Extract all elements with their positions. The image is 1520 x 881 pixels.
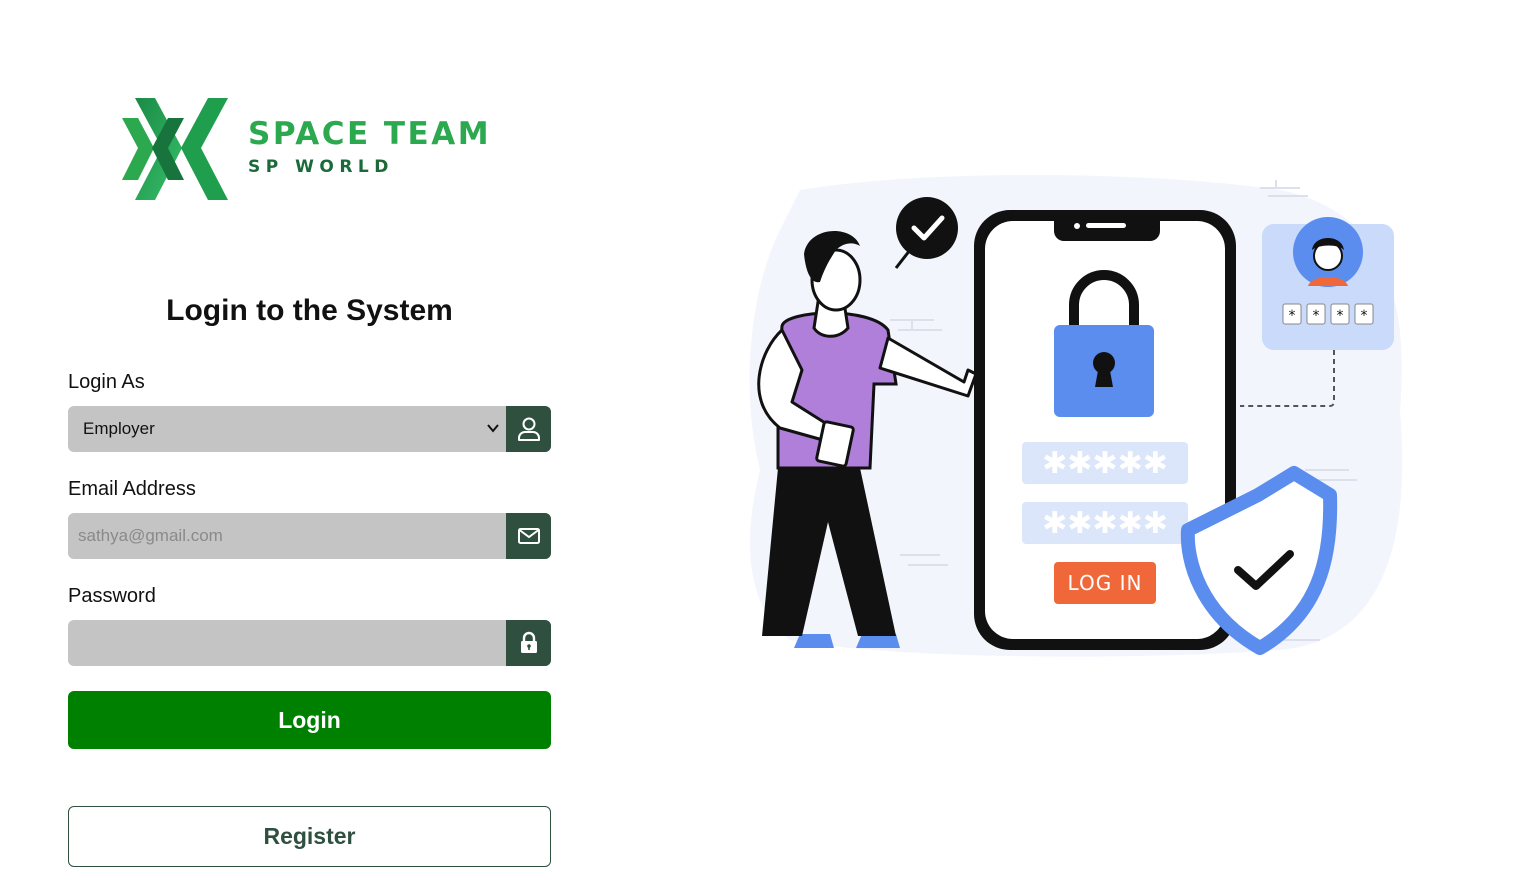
chevron-down-icon: [487, 424, 499, 433]
login-as-select[interactable]: Employer: [68, 406, 551, 452]
email-field[interactable]: sathya@gmail.com: [68, 513, 551, 559]
svg-text:*: *: [1289, 308, 1296, 324]
password-label: Password: [68, 585, 156, 607]
svg-text:*: *: [1313, 308, 1320, 324]
login-as-selected-value: Employer: [83, 419, 155, 438]
brand-logo: SPACE TEAM SP WORLD: [120, 96, 520, 204]
lock-icon: [506, 620, 551, 666]
illustration-login-text: LOG IN: [1067, 571, 1143, 595]
logo-mark-icon: [122, 98, 228, 200]
svg-text:✱✱✱✱✱: ✱✱✱✱✱: [1042, 446, 1168, 481]
svg-text:*: *: [1337, 308, 1344, 324]
user-icon: [506, 406, 551, 452]
email-placeholder: sathya@gmail.com: [78, 526, 223, 545]
brand-tagline: SP WORLD: [248, 157, 394, 177]
login-button[interactable]: Login: [68, 691, 551, 749]
register-button[interactable]: Register: [68, 806, 551, 867]
security-login-illustration: ✱✱✱✱✱ ✱✱✱✱✱ * * * * LOG IN: [720, 170, 1420, 680]
email-label: Email Address: [68, 478, 196, 500]
svg-text:*: *: [1361, 308, 1368, 324]
login-as-label: Login As: [68, 371, 145, 393]
page-title: Login to the System: [166, 294, 453, 327]
svg-text:✱✱✱✱✱: ✱✱✱✱✱: [1042, 506, 1168, 541]
mail-icon: [506, 513, 551, 559]
password-field[interactable]: [68, 620, 551, 666]
brand-name: SPACE TEAM: [248, 116, 492, 152]
